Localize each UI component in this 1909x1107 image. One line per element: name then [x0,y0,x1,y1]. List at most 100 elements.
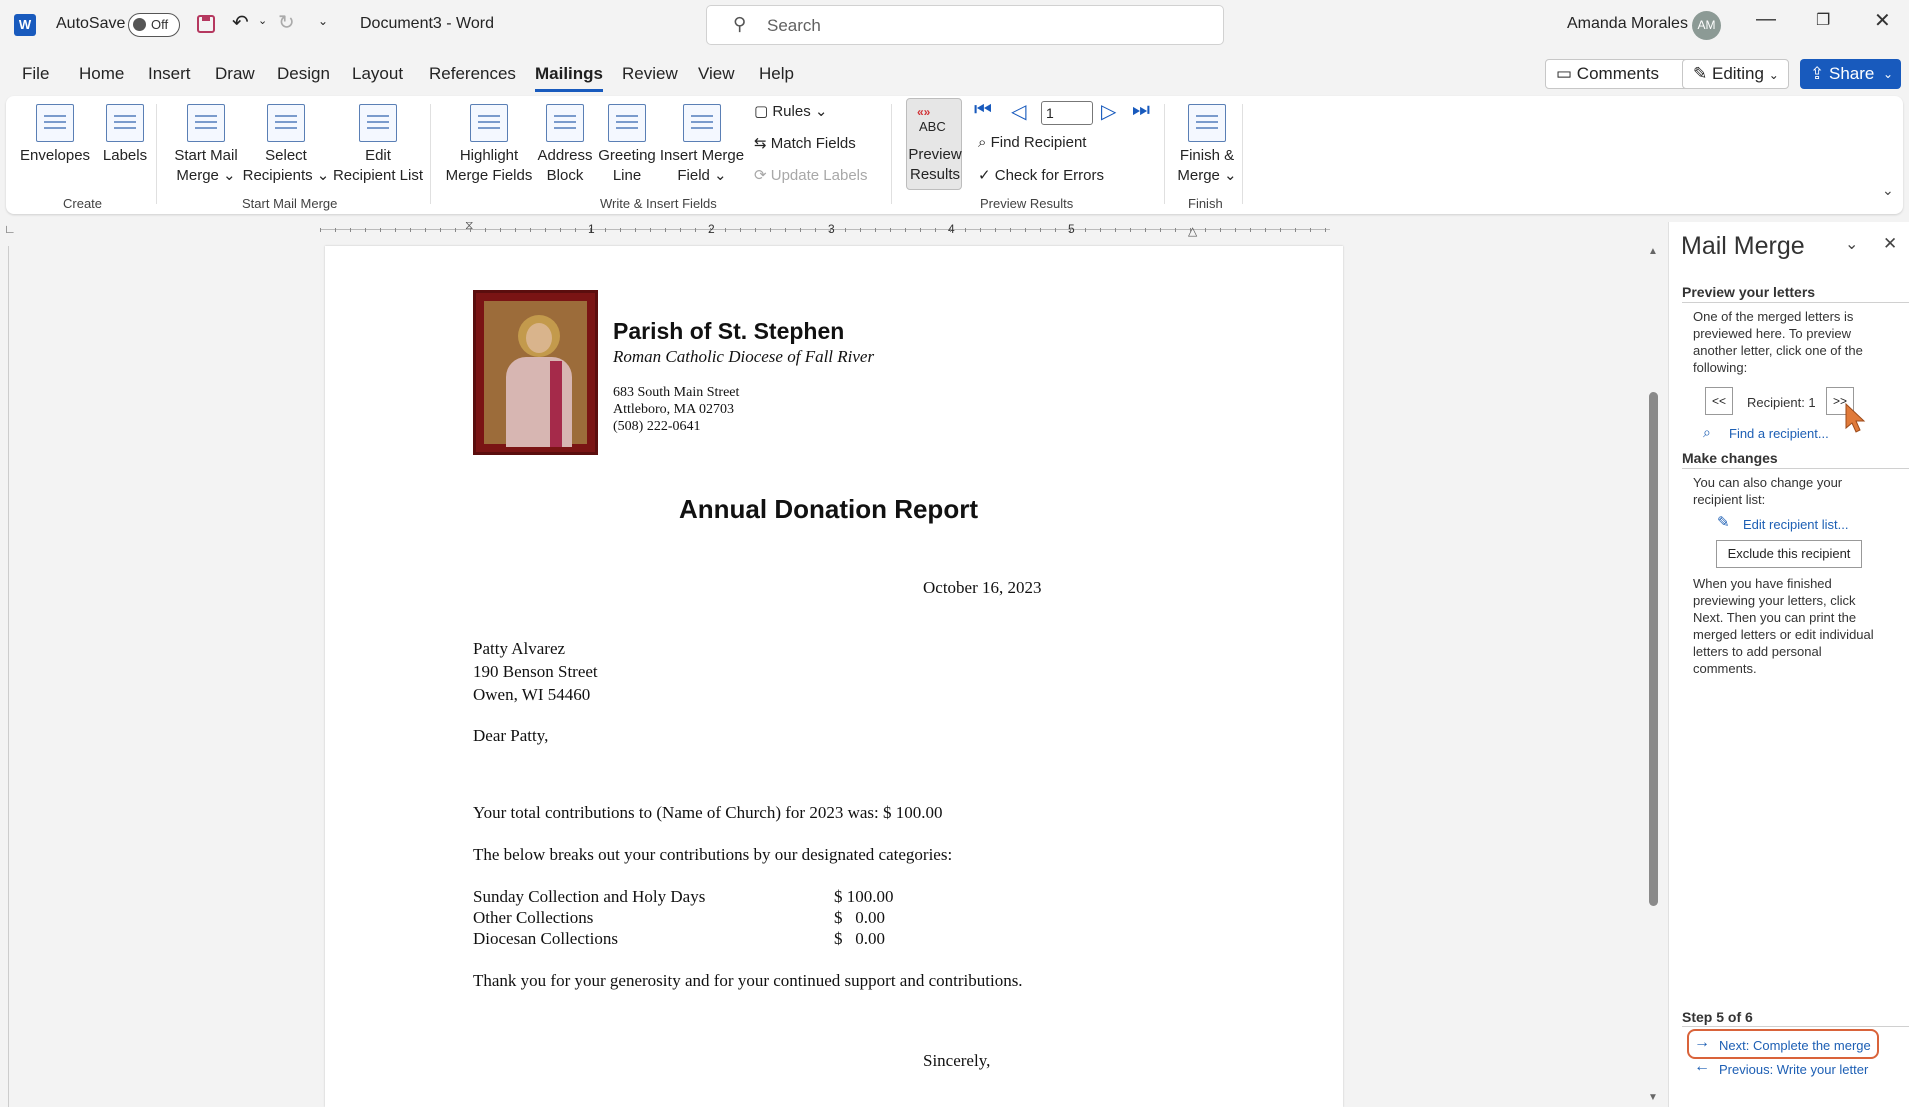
word-app-icon: W [14,14,36,36]
finish-merge-label-1: Finish & [1179,147,1235,164]
autosave-state: Off [151,17,169,32]
edit-recipient-list-link[interactable]: Edit recipient list... [1743,516,1849,533]
tab-layout[interactable]: Layout [352,64,403,84]
record-number-input[interactable]: 1 [1041,101,1093,125]
horizontal-ruler[interactable]: 1 2 3 4 5 ⧖ △ [320,218,1330,238]
greeting-line-button[interactable]: Greeting Line [594,104,660,186]
collapse-ribbon-icon[interactable]: ⌄ [1882,182,1894,199]
vruler-line [8,246,9,1107]
undo-dropdown-icon[interactable]: ⌄ [258,14,267,27]
saint-robe [506,357,572,447]
insert-merge-field-label-1: Insert Merge [659,147,745,164]
preview-results-button[interactable]: «» ABC Preview Results [906,98,962,190]
greeting-line-icon [608,104,646,142]
share-button[interactable]: ⇪ Share ⌄ [1800,59,1901,89]
user-name[interactable]: Amanda Morales [1567,15,1688,33]
rules-button[interactable]: ▢ Rules ⌄ [754,102,827,120]
ruler-tick [1190,228,1191,232]
tab-insert[interactable]: Insert [148,64,191,84]
saint-head [526,323,552,353]
scroll-up-icon[interactable]: ▲ [1648,246,1658,257]
arrow-left-icon: ← [1694,1058,1710,1075]
tab-references[interactable]: References [429,64,516,84]
tab-selector-icon[interactable]: ∟ [4,222,16,236]
ruler-tick [665,228,666,232]
tab-mailings[interactable]: Mailings [535,64,604,92]
tab-file[interactable]: File [22,64,49,84]
scrollbar-thumb[interactable] [1649,392,1658,906]
highlight-label-1: Highlight [459,147,519,164]
finished-text-3: Next. Then you can print the [1693,610,1857,625]
first-record-icon[interactable]: ⏮ [974,99,992,122]
next-complete-merge-link[interactable]: Next: Complete the merge [1719,1037,1871,1054]
letter-date: October 16, 2023 [923,578,1042,597]
minimize-icon[interactable]: — [1756,8,1776,31]
edit-recipient-list-button[interactable]: Edit Recipient List [328,104,428,186]
check-errors-label: Check for Errors [994,167,1104,184]
ruler-tick [1220,228,1221,232]
labels-button[interactable]: Labels [94,104,156,166]
match-fields-button[interactable]: ⇆ Match Fields [754,134,856,152]
envelopes-button[interactable]: Envelopes [20,104,90,166]
finish-merge-label-2: Merge ⌄ [1177,167,1237,184]
redo-icon[interactable]: ↻ [278,10,295,35]
last-record-icon[interactable]: ⏭ [1132,99,1150,122]
share-dropdown-icon[interactable]: ⌄ [1883,59,1893,89]
save-icon[interactable] [196,14,216,34]
saint-stephen-image [473,290,598,455]
select-recipients-button[interactable]: Select Recipients ⌄ [242,104,330,186]
toggle-knob [133,18,146,31]
labels-icon [106,104,144,142]
restore-icon[interactable]: ❐ [1816,10,1830,30]
previous-record-icon[interactable]: ◁ [1011,99,1026,124]
search-placeholder: Search [767,16,821,35]
find-recipient-button[interactable]: ⌕ Find Recipient [978,134,1086,151]
tab-design[interactable]: Design [277,64,330,84]
start-mail-merge-button[interactable]: Start Mail Merge ⌄ [164,104,248,186]
tab-home[interactable]: Home [79,64,124,84]
tab-draw[interactable]: Draw [215,64,255,84]
start-mail-merge-label-1: Start Mail [174,147,238,164]
customize-toolbar-icon[interactable]: ⌄ [318,14,328,28]
insert-merge-field-button[interactable]: Insert Merge Field ⌄ [656,104,748,186]
find-recipient-link[interactable]: Find a recipient... [1729,425,1829,442]
highlight-merge-fields-button[interactable]: Highlight Merge Fields [440,104,538,186]
tab-review[interactable]: Review [622,64,678,84]
ruler-tick [1025,228,1026,232]
address-block-button[interactable]: Address Block [532,104,598,186]
recipients-icon [267,104,305,142]
editing-button[interactable]: ✎ Editing ⌄ [1682,59,1789,89]
search-box[interactable]: ⚲ Search [706,5,1224,45]
group-separator [891,104,892,204]
previous-recipient-button[interactable]: << [1705,387,1733,415]
next-record-icon[interactable]: ▷ [1101,99,1116,124]
avatar[interactable]: AM [1692,11,1721,40]
pane-options-icon[interactable]: ⌄ [1845,234,1858,254]
ruler-tick [500,228,501,232]
document-page[interactable]: Parish of St. Stephen Roman Catholic Dio… [325,246,1343,1107]
ruler-tick [1055,228,1056,232]
envelope-icon [36,104,74,142]
make-changes-text-2: recipient list: [1693,492,1766,507]
recipient-name: Patty Alvarez [473,639,566,658]
match-fields-label: Match Fields [770,135,856,152]
tab-view[interactable]: View [698,64,735,84]
envelopes-label: Envelopes [20,147,91,164]
finish-merge-button[interactable]: Finish & Merge ⌄ [1172,104,1242,186]
ruler-tick [425,228,426,232]
ruler-tick [620,228,621,232]
undo-icon[interactable]: ↶ [232,10,249,35]
document-scrollbar[interactable]: ▲ ▼ [1645,246,1661,1107]
ruler-tick [995,228,996,232]
previous-write-letter-link[interactable]: Previous: Write your letter [1719,1061,1868,1078]
scroll-down-icon[interactable]: ▼ [1648,1092,1658,1103]
exclude-recipient-button[interactable]: Exclude this recipient [1716,540,1862,568]
close-pane-icon[interactable]: ✕ [1883,234,1897,254]
tab-help[interactable]: Help [759,64,794,84]
close-window-icon[interactable]: ✕ [1874,8,1891,33]
update-labels-button[interactable]: ⟳ Update Labels [754,166,868,184]
ruler-tick [695,228,696,232]
autosave-toggle[interactable]: Off [128,13,180,37]
check-for-errors-button[interactable]: ✓ Check for Errors [978,166,1104,184]
ruler-tick [1250,228,1251,232]
